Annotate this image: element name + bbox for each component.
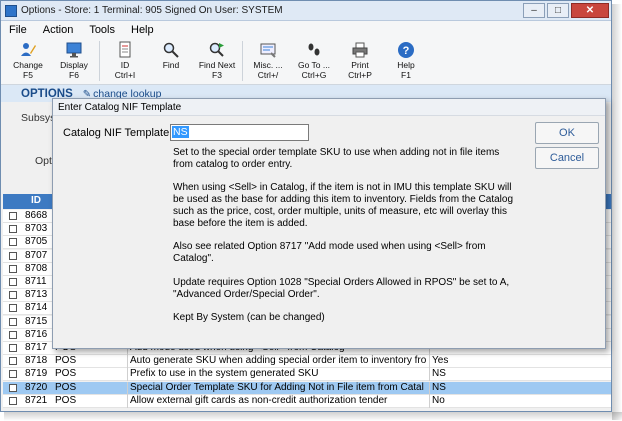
pencil-person-icon — [21, 43, 36, 56]
cell-description: Special Order Template SKU for Adding No… — [127, 381, 429, 395]
toolbar: Change F5 Display F6 ID Ctrl+I Find Find… — [1, 39, 611, 85]
cell-id: 8705 — [25, 236, 48, 248]
cell-subsystem: POS — [55, 381, 77, 393]
app-icon — [5, 4, 17, 17]
cell-value: No — [429, 394, 445, 408]
cell-id: 8707 — [25, 249, 48, 261]
toolbar-separator — [242, 41, 243, 81]
row-checkbox[interactable] — [9, 212, 17, 220]
monitor-icon — [66, 42, 82, 58]
row-checkbox[interactable] — [9, 291, 17, 300]
help-icon: ? — [398, 42, 414, 58]
row-checkbox[interactable] — [9, 396, 17, 405]
help-paragraph: Update requires Option 1028 "Special Ord… — [173, 276, 510, 300]
magnifier-icon — [163, 42, 179, 58]
footsteps-icon — [308, 43, 320, 56]
cell-id: 8711 — [25, 276, 47, 287]
maximize-button[interactable]: □ — [547, 3, 569, 18]
cell-subsystem: POS — [55, 355, 77, 367]
catalog-nif-input[interactable]: NS — [170, 124, 309, 141]
row-checkbox[interactable] — [9, 278, 17, 286]
cell-value: NS — [429, 368, 446, 382]
window-shadow — [612, 4, 622, 420]
magnifier-arrow-icon — [209, 42, 224, 57]
row-checkbox[interactable] — [9, 304, 17, 313]
display-button[interactable]: Display F6 — [51, 41, 97, 80]
row-checkbox[interactable] — [9, 344, 17, 352]
catalog-nif-label: Catalog NIF Template — [63, 127, 170, 139]
dialog-title: Enter Catalog NIF Template — [53, 99, 605, 116]
cell-description: Prefix to use in the system generated SK… — [127, 368, 429, 382]
cell-id: 8713 — [25, 289, 48, 301]
cell-id: 8718 — [25, 355, 48, 367]
ok-button[interactable]: OK — [535, 122, 599, 144]
goto-button[interactable]: Go To ... Ctrl+G — [291, 41, 337, 80]
cell-id: 8668 — [25, 210, 48, 221]
help-button[interactable]: ? Help F1 — [383, 41, 429, 80]
find-next-button[interactable]: Find Next F3 — [194, 41, 240, 80]
column-header-id[interactable]: ID — [31, 195, 41, 206]
cell-value: Yes — [429, 355, 448, 369]
printer-icon — [352, 42, 368, 58]
cell-description: Allow external gift cards as non-credit … — [127, 394, 429, 408]
cell-id: 8719 — [25, 368, 48, 380]
window-title: Options - Store: 1 Terminal: 905 Signed … — [21, 5, 283, 16]
minimize-button[interactable]: – — [523, 3, 545, 18]
id-button[interactable]: ID Ctrl+I — [102, 41, 148, 80]
table-row[interactable]: 8720 POS Special Order Template SKU for Ad… — [3, 381, 611, 395]
close-button[interactable]: ✕ — [571, 3, 609, 18]
menu-bar: File Action Tools Help — [1, 21, 611, 39]
misc-button[interactable]: Misc. ... Ctrl+/ — [245, 41, 291, 80]
row-checkbox[interactable] — [9, 317, 17, 326]
cancel-button[interactable]: Cancel — [535, 147, 599, 169]
menu-tools[interactable]: Tools — [89, 24, 115, 36]
catalog-nif-value: NS — [172, 126, 189, 138]
find-button[interactable]: Find — [148, 41, 194, 70]
catalog-nif-dialog: Enter Catalog NIF Template Catalog NIF T… — [52, 98, 606, 349]
change-button[interactable]: Change F5 — [5, 41, 51, 80]
cell-id: 8703 — [25, 223, 48, 235]
print-button[interactable]: Print Ctrl+P — [337, 41, 383, 80]
help-paragraph: Also see related Option 8717 "Add mode u… — [173, 241, 486, 265]
help-text: Set to the special order template SKU to… — [173, 147, 553, 336]
row-checkbox[interactable] — [9, 238, 17, 247]
help-paragraph: Set to the special order template SKU to… — [173, 147, 500, 170]
row-checkbox[interactable] — [9, 264, 17, 273]
cell-id: 8714 — [25, 302, 48, 314]
menu-file[interactable]: File — [9, 24, 27, 36]
row-checkbox[interactable] — [9, 251, 17, 260]
id-card-icon — [119, 41, 131, 58]
cell-id: 8720 — [25, 381, 48, 393]
cell-id: 8716 — [25, 328, 48, 340]
cell-id: 8717 — [25, 342, 48, 353]
table-row[interactable]: 8719 POS Prefix to use in the system gener… — [3, 368, 611, 382]
cell-id: 8721 — [25, 394, 48, 406]
row-checkbox[interactable] — [9, 330, 17, 339]
row-checkbox[interactable] — [9, 370, 17, 379]
help-paragraph: Kept By System (can be changed) — [173, 312, 325, 324]
tools-icon — [260, 43, 276, 58]
toolbar-separator — [99, 41, 100, 81]
row-checkbox[interactable] — [9, 383, 17, 392]
menu-action[interactable]: Action — [43, 24, 74, 36]
cell-id: 8715 — [25, 315, 48, 327]
window-shadow — [4, 412, 622, 421]
cell-subsystem: POS — [55, 368, 77, 380]
title-bar: Options - Store: 1 Terminal: 905 Signed … — [1, 1, 611, 21]
row-checkbox[interactable] — [9, 225, 17, 234]
table-row[interactable]: 8721 POS Allow external gift cards as non-… — [3, 394, 611, 408]
cell-id: 8708 — [25, 262, 48, 274]
row-checkbox[interactable] — [9, 357, 17, 366]
cell-subsystem: POS — [55, 394, 77, 406]
menu-help[interactable]: Help — [131, 24, 154, 36]
cell-description: Auto generate SKU when adding special or… — [127, 355, 429, 369]
table-row[interactable]: 8718 POS Auto generate SKU when adding spe… — [3, 355, 611, 369]
cell-value: NS — [429, 381, 446, 395]
help-paragraph: When using <Sell> in Catalog, if the ite… — [173, 182, 513, 229]
svg-text:?: ? — [403, 45, 410, 57]
